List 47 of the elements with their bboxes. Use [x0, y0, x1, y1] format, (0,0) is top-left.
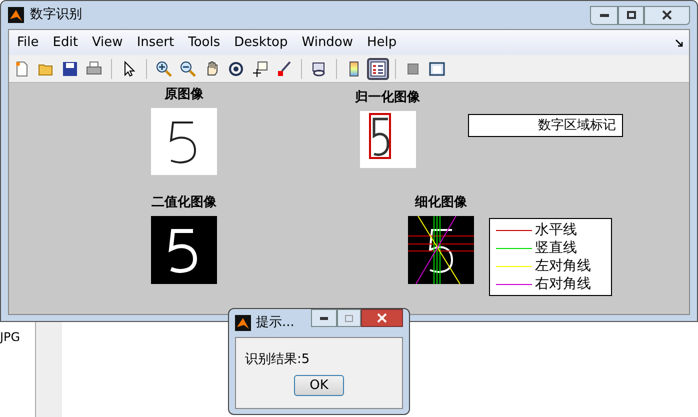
save-icon	[62, 60, 78, 76]
close-icon	[377, 313, 387, 323]
legend-label: 竖直线	[535, 239, 577, 257]
axes-title: 细化图像	[415, 194, 467, 212]
legend-label: 水平线	[535, 221, 577, 239]
rotate-icon	[228, 60, 244, 76]
zoom-out-icon	[180, 60, 196, 76]
digit-image	[360, 110, 416, 168]
square-icon	[405, 60, 421, 76]
thinned-digit-drawing	[408, 216, 474, 284]
window-title: 数字识别	[30, 6, 82, 24]
menu-item[interactable]: Window	[296, 32, 360, 52]
menu-item[interactable]: View	[86, 32, 129, 52]
dock-arrow-icon	[675, 38, 683, 46]
legend-label: 右对角线	[535, 275, 591, 293]
menu-item[interactable]: Edit	[46, 32, 84, 52]
close-button[interactable]	[644, 6, 690, 24]
new-file-icon	[14, 60, 30, 76]
maximize-button[interactable]	[618, 6, 644, 24]
legend-label: 左对角线	[535, 257, 591, 275]
close-button[interactable]	[361, 309, 403, 327]
binary-digit-image	[151, 216, 217, 284]
axes-title: 原图像	[164, 86, 204, 104]
toolbar-button[interactable]	[367, 58, 389, 80]
menu-item[interactable]: Help	[361, 32, 403, 52]
brush-icon	[276, 60, 292, 76]
menu-item[interactable]: Tools	[182, 32, 226, 52]
legend-icon	[370, 60, 386, 76]
menu-item[interactable]: File	[11, 32, 45, 52]
app-icon	[235, 315, 251, 331]
dialog-title: 提示...	[256, 314, 294, 332]
result-message: 识别结果:5	[245, 351, 311, 369]
menu-item[interactable]: Insert	[130, 32, 180, 52]
zoom-in-icon	[156, 60, 172, 76]
menu-item[interactable]: Desktop	[228, 32, 294, 52]
data-cursor-icon	[252, 60, 268, 76]
app-icon	[8, 7, 24, 23]
minimize-button[interactable]	[590, 6, 618, 24]
close-icon	[662, 10, 672, 20]
window-frame-icon	[429, 60, 445, 76]
axes-title: 二值化图像	[152, 194, 216, 212]
ok-button[interactable]: OK	[294, 374, 344, 396]
annotation-label: 数字区域标记	[468, 114, 623, 137]
axes-title: 归一化图像	[355, 89, 420, 107]
printer-icon	[86, 60, 102, 76]
digit-image	[151, 108, 217, 174]
minimize-button[interactable]	[311, 309, 337, 327]
